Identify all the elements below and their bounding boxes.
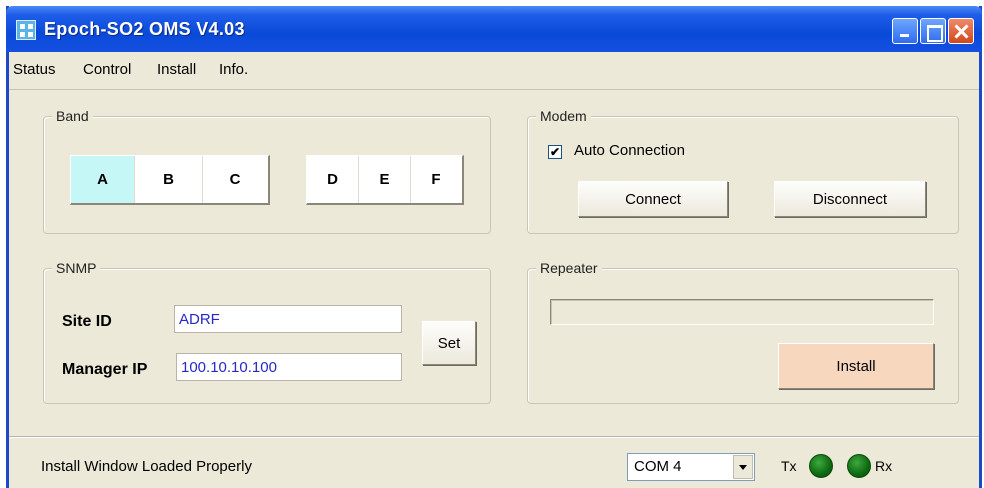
- app-icon: [16, 20, 36, 40]
- set-button[interactable]: Set: [422, 321, 476, 365]
- tx-label: Tx: [781, 458, 797, 474]
- status-divider: [9, 436, 979, 438]
- site-id-field[interactable]: ADRF: [174, 305, 402, 333]
- auto-connection-label: Auto Connection: [574, 142, 685, 159]
- snmp-group-label: SNMP: [52, 260, 101, 276]
- band-strip-def: D E F: [306, 155, 464, 205]
- repeater-group: Repeater Install: [527, 260, 959, 404]
- status-message: Install Window Loaded Properly: [41, 458, 252, 475]
- menu-info[interactable]: Info.: [219, 61, 248, 78]
- com-port-value: COM 4: [634, 458, 682, 475]
- connect-button[interactable]: Connect: [578, 181, 728, 217]
- com-port-select[interactable]: COM 4: [627, 453, 755, 481]
- band-f-button[interactable]: F: [411, 156, 461, 203]
- app-window: Epoch-SO2 OMS V4.03 Status Control Insta…: [6, 6, 982, 488]
- menu-control[interactable]: Control: [83, 61, 131, 78]
- repeater-progress: [550, 299, 934, 325]
- auto-connection-checkbox[interactable]: ✔: [548, 145, 562, 159]
- modem-group-label: Modem: [536, 108, 591, 124]
- band-group-label: Band: [52, 108, 93, 124]
- disconnect-button[interactable]: Disconnect: [774, 181, 926, 217]
- tx-led-icon: [809, 454, 833, 478]
- rx-led-icon: [847, 454, 871, 478]
- snmp-group: SNMP Site ID ADRF Manager IP 100.10.10.1…: [43, 260, 491, 404]
- maximize-button[interactable]: [920, 18, 946, 44]
- band-d-button[interactable]: D: [307, 156, 359, 203]
- rx-label: Rx: [875, 458, 893, 474]
- menu-status[interactable]: Status: [13, 61, 56, 78]
- band-strip-abc: A B C: [70, 155, 270, 205]
- chevron-down-icon[interactable]: [733, 455, 753, 479]
- close-icon: [949, 19, 973, 43]
- modem-group: Modem ✔ Auto Connection Connect Disconne…: [527, 108, 959, 234]
- install-button[interactable]: Install: [778, 343, 934, 389]
- repeater-group-label: Repeater: [536, 260, 602, 276]
- band-b-button[interactable]: B: [135, 156, 203, 203]
- manager-ip-label: Manager IP: [62, 361, 148, 378]
- minimize-icon: [893, 19, 917, 43]
- site-id-label: Site ID: [62, 313, 112, 330]
- minimize-button[interactable]: [892, 18, 918, 44]
- manager-ip-field[interactable]: 100.10.10.100: [176, 353, 402, 381]
- window-title: Epoch-SO2 OMS V4.03: [44, 19, 245, 39]
- menu-install[interactable]: Install: [157, 61, 196, 78]
- band-e-button[interactable]: E: [359, 156, 411, 203]
- close-button[interactable]: [948, 18, 974, 44]
- menu-bar: Status Control Install Info.: [9, 52, 979, 90]
- band-a-button[interactable]: A: [71, 156, 135, 203]
- maximize-icon: [921, 19, 945, 43]
- title-bar[interactable]: Epoch-SO2 OMS V4.03: [6, 6, 982, 52]
- band-c-button[interactable]: C: [203, 156, 267, 203]
- band-group: Band A B C D E F: [43, 108, 491, 234]
